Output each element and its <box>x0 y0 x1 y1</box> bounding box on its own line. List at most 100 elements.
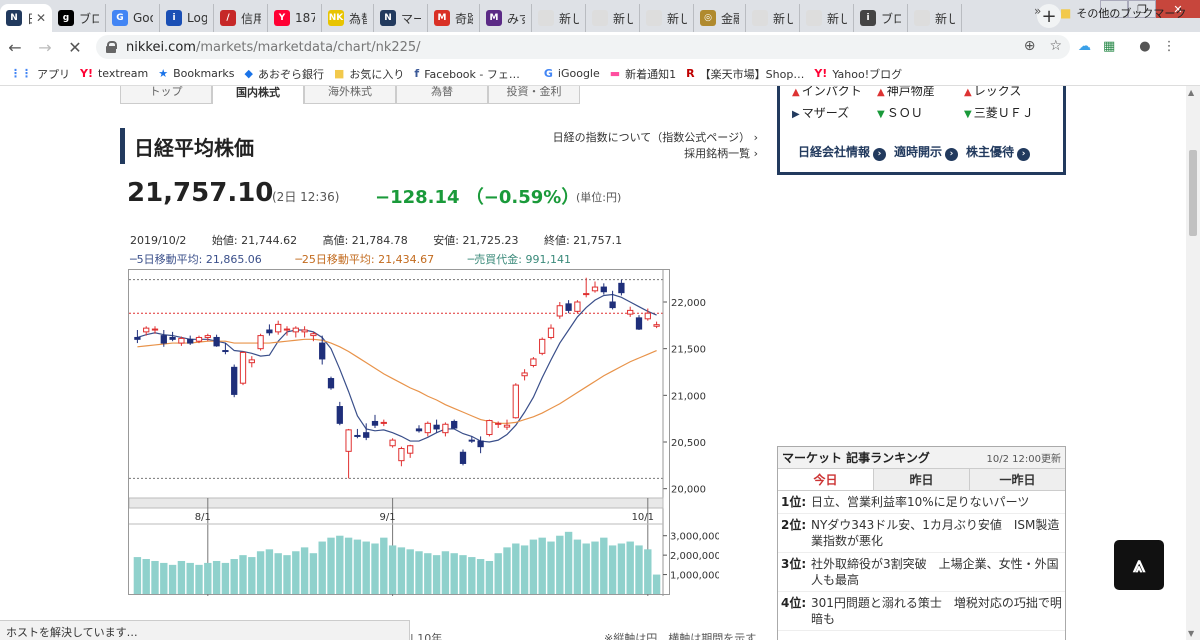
bookmark-star-icon[interactable]: ☆ <box>1049 38 1062 54</box>
ranking-item[interactable]: 1位: 日立、営業利益率10%に足りないパーツ <box>778 491 1065 514</box>
bookmark-item[interactable]: R 【楽天市場】Shop… <box>686 66 804 82</box>
constituents-link[interactable]: 採用銘柄一覧 › <box>540 146 758 162</box>
stock-link[interactable]: ▲ 神戸物産 <box>877 86 935 99</box>
browser-tab[interactable]: 新しい <box>532 4 586 32</box>
bookmark-item[interactable]: ■ お気に入り <box>334 66 404 82</box>
tab-favicon-icon: i <box>166 10 182 26</box>
zoom-icon[interactable]: ⊕ <box>1024 38 1036 54</box>
browser-tab[interactable]: M 奇跡 <box>428 4 480 32</box>
volume-bar <box>230 559 238 594</box>
bookmark-item[interactable]: ▬ 新着通知1 <box>610 66 676 82</box>
market-subtab[interactable]: トップ <box>120 86 212 104</box>
volume-bar <box>221 562 230 594</box>
back-icon[interactable]: ← <box>0 38 30 57</box>
volume-bar <box>547 541 555 594</box>
market-subtab[interactable]: 為替 <box>396 86 488 104</box>
ranking-item[interactable]: 3位: 社外取締役が3割突破 上場企業、女性・外国人も最高 <box>778 553 1065 592</box>
ranking-item[interactable]: 2位: NYダウ343ドル安、1カ月ぶり安値 ISM製造業指数が悪化 <box>778 514 1065 553</box>
bookmarks-overflow-button[interactable]: » <box>1034 4 1041 18</box>
address-bar[interactable]: nikkei.com/markets/marketdata/chart/nk22… <box>96 35 1070 59</box>
forward-icon[interactable]: → <box>30 38 60 57</box>
url-host: nikkei.com <box>126 39 196 55</box>
tab-label: 日 <box>27 10 32 27</box>
stock-link[interactable]: ▶ マザーズ <box>792 104 849 121</box>
bookmark-item[interactable]: Y! textream <box>80 67 148 80</box>
stop-loading-icon[interactable]: ✕ <box>60 38 90 57</box>
tab-label: 187 <box>295 11 315 25</box>
timely-disclosure-link[interactable]: 適時開示 › <box>894 143 959 161</box>
market-subtab[interactable]: 海外株式 <box>304 86 396 104</box>
stock-link[interactable]: ▼ ＳＯＵ <box>877 104 923 121</box>
shareholder-benefits-link[interactable]: 株主優待 › <box>966 143 1031 161</box>
x-axis-strip <box>129 497 664 509</box>
bookmark-label: あおぞら銀行 <box>258 67 325 81</box>
browser-tab[interactable]: NK 為替 <box>322 4 374 32</box>
market-subtab[interactable]: 投資・金利 <box>488 86 580 104</box>
sheets-extension-icon[interactable]: ▦ <box>1103 39 1115 54</box>
menu-icon[interactable]: ⋮ <box>1163 39 1176 54</box>
browser-tab[interactable]: g ブロ <box>52 4 106 32</box>
browser-tab[interactable]: i Log <box>160 4 214 32</box>
stock-link[interactable]: ▲ インパクト <box>792 86 862 99</box>
stock-name: 三菱ＵＦＪ <box>973 106 1034 120</box>
bookmark-item[interactable]: ◆ あおぞら銀行 <box>245 66 324 82</box>
bookmarks-bar: ⋮⋮ アプリ Y! textream ★ Bookmarks ◆ あおぞら銀行 ■ お気に入り f F… <box>0 62 1200 86</box>
bookmark-item[interactable]: f Facebook - フェ… <box>414 66 519 82</box>
floating-action-icon[interactable]: ⩓ <box>1114 540 1164 590</box>
bookmark-item[interactable]: ★ Bookmarks <box>158 67 234 80</box>
candle-body <box>222 350 229 353</box>
bookmark-item[interactable]: Y! Yahoo!ブログ <box>814 66 902 82</box>
browser-tab[interactable]: G Goo <box>106 4 160 32</box>
bookmark-icon: G <box>543 67 553 80</box>
bookmark-label: Facebook - フェ… <box>424 67 520 81</box>
scroll-down-icon[interactable]: ▼ <box>1188 629 1194 638</box>
browser-tab[interactable]: 新しい <box>586 4 640 32</box>
other-bookmarks[interactable]: ■ その他のブックマーク <box>1060 5 1186 21</box>
page-scrollbar[interactable]: ▲ ▼ <box>1186 86 1200 640</box>
market-subtab[interactable]: 国内株式 <box>212 86 304 104</box>
bookmark-icon: f <box>414 67 420 80</box>
browser-tab[interactable]: 新しい <box>800 4 854 32</box>
volume-bar <box>450 553 458 594</box>
browser-tab[interactable]: 新しい <box>908 4 962 32</box>
bookmark-item[interactable]: ⋮⋮ アプリ <box>10 66 70 82</box>
tab-label: 金融 <box>721 11 739 26</box>
chevron-right-icon: › <box>945 148 959 161</box>
volume-bar <box>652 574 661 594</box>
triangle-right-icon: ▶ <box>792 109 800 120</box>
ranking-item[interactable]: 4位: 301円問題と溺れる策士 増税対応の巧拙で明暗も <box>778 592 1065 631</box>
browser-tab[interactable]: ◎ 金融 <box>694 4 746 32</box>
candle-body <box>195 336 203 342</box>
volume-bar <box>591 541 599 594</box>
browser-tab[interactable]: M みず <box>480 4 532 32</box>
scrollbar-thumb[interactable] <box>1189 150 1197 236</box>
cloud-extension-icon[interactable]: ☁ <box>1078 39 1091 54</box>
ranking-tab-today[interactable]: 今日 <box>778 469 873 490</box>
other-bookmarks-label: その他のブックマーク <box>1076 7 1187 20</box>
browser-tab[interactable]: N日 ✕ <box>0 4 52 32</box>
browser-tab[interactable]: 新しい <box>640 4 694 32</box>
volume-bar <box>168 564 177 594</box>
candle-body <box>407 445 414 454</box>
company-info-link[interactable]: 日経会社情報 › <box>798 143 887 161</box>
stock-link[interactable]: ▼ 三菱ＵＦＪ <box>964 104 1034 121</box>
tab-close-icon[interactable]: ✕ <box>36 11 46 25</box>
lock-icon[interactable] <box>106 41 117 53</box>
ranking-tab-yesterday[interactable]: 昨日 <box>873 469 969 490</box>
browser-tab[interactable]: Y 187 <box>268 4 322 32</box>
stock-link[interactable]: ▲ レックス <box>964 86 1021 99</box>
volume-bar <box>556 535 564 594</box>
candlestick-chart[interactable]: 20,000 20,500 21,000 21,500 22,000 8/1 9/1 10/1… <box>128 269 719 596</box>
ranking-tab-day-before[interactable]: 一昨日 <box>969 469 1065 490</box>
ranking-headline: 301円問題と溺れる策士 増税対応の巧拙で明暗も <box>811 596 1062 626</box>
browser-tab[interactable]: N マー <box>374 4 428 32</box>
candle-body <box>283 328 291 331</box>
browser-tab[interactable]: i ブロ <box>854 4 908 32</box>
scroll-up-icon[interactable]: ▲ <box>1188 88 1194 97</box>
browser-tab[interactable]: 新しい <box>746 4 800 32</box>
browser-tab[interactable]: / 信用 <box>214 4 268 32</box>
index-info-link[interactable]: 日経の指数について（指数公式ページ） › <box>540 130 758 146</box>
bookmark-item[interactable]: GiGoogle <box>544 67 600 80</box>
profile-icon[interactable]: ● <box>1139 39 1150 54</box>
candle-body <box>169 336 176 340</box>
